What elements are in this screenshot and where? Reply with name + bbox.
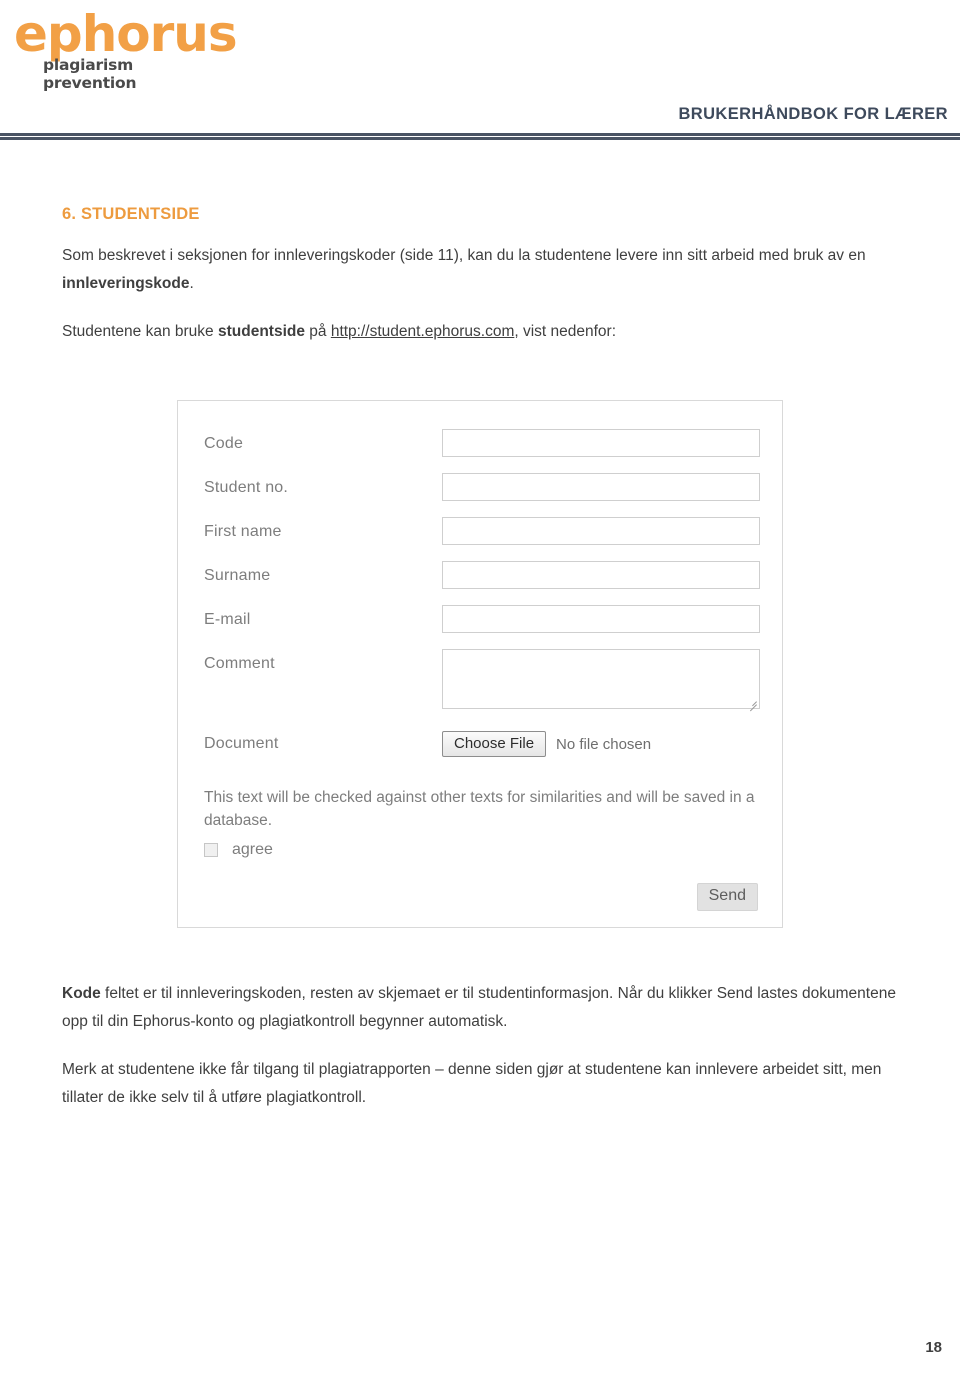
first-name-input[interactable]: [442, 517, 760, 545]
similarity-disclaimer-text: This text will be checked against other …: [204, 789, 755, 829]
ephorus-logo: ephorus plagiarism prevention: [14, 5, 238, 92]
form-row-first-name: First name: [178, 515, 782, 559]
header-divider-line-bottom: [0, 137, 960, 140]
kode-paragraph: Kode feltet er til innleveringskoden, re…: [62, 980, 908, 1036]
section-content: 6. STUDENTSIDE Som beskrevet i seksjonen…: [62, 205, 902, 366]
logo-wordmark: ephorus: [14, 5, 238, 63]
intro-paragraph: Som beskrevet i seksjonen for innleverin…: [62, 242, 902, 298]
page-title: 6. STUDENTSIDE: [62, 205, 200, 223]
label-surname: Surname: [204, 567, 271, 584]
agree-checkbox-label: agree: [232, 841, 273, 858]
send-button[interactable]: Send: [696, 883, 758, 911]
document-title: BRUKERHÅNDBOK FOR LÆRER: [678, 105, 948, 123]
studentside-paragraph: Studentene kan bruke studentside på http…: [62, 318, 902, 346]
note-paragraph: Merk at studentene ikke får tilgang til …: [62, 1061, 882, 1106]
student-no-input[interactable]: [442, 473, 760, 501]
label-first-name: First name: [204, 523, 282, 540]
studentside-text-3: , vist nedenfor:: [514, 323, 617, 340]
label-student-no: Student no.: [204, 479, 289, 496]
email-input[interactable]: [442, 605, 760, 633]
student-submission-form-screenshot: Code Student no. First name Surname E-ma…: [177, 400, 783, 928]
label-document: Document: [204, 735, 279, 752]
kode-paragraph-bold: Kode: [62, 985, 101, 1002]
form-row-document: Document Choose File No file chosen: [178, 727, 782, 771]
form-row-code: Code: [178, 427, 782, 471]
choose-file-button[interactable]: Choose File: [442, 731, 547, 757]
comment-textarea[interactable]: [442, 649, 760, 712]
kode-paragraph-text: feltet er til innleveringskoden, resten …: [62, 985, 896, 1030]
studentside-text-2: på: [304, 323, 331, 340]
form-row-email: E-mail: [178, 603, 782, 647]
header-divider: [0, 133, 960, 140]
page-number: 18: [925, 1339, 942, 1356]
form-row-student-no: Student no.: [178, 471, 782, 515]
intro-paragraph-bold: innleveringskode: [62, 275, 190, 292]
form-row-surname: Surname: [178, 559, 782, 603]
intro-paragraph-text-1: Som beskrevet i seksjonen for innleverin…: [62, 247, 866, 264]
resize-handle-icon[interactable]: [746, 695, 758, 712]
studentside-bold: studentside: [217, 323, 305, 340]
studentside-text-1: Studentene kan bruke: [62, 323, 218, 340]
form-row-comment: Comment: [178, 647, 782, 717]
student-portal-link[interactable]: http://student.ephorus.com: [331, 323, 515, 340]
label-comment: Comment: [204, 655, 275, 672]
agree-checkbox-row[interactable]: agree: [204, 841, 273, 859]
file-upload-control: Choose File No file chosen: [442, 731, 651, 757]
intro-paragraph-text-2: .: [189, 275, 194, 292]
explanation-content: Kode feltet er til innleveringskoden, re…: [62, 980, 908, 1132]
label-email: E-mail: [204, 611, 251, 628]
file-status-text: No file chosen: [556, 735, 652, 753]
label-code: Code: [204, 435, 244, 452]
agree-checkbox[interactable]: [204, 843, 218, 857]
code-input[interactable]: [442, 429, 760, 457]
surname-input[interactable]: [442, 561, 760, 589]
page-header: ephorus plagiarism prevention BRUKERHÅND…: [0, 0, 960, 150]
